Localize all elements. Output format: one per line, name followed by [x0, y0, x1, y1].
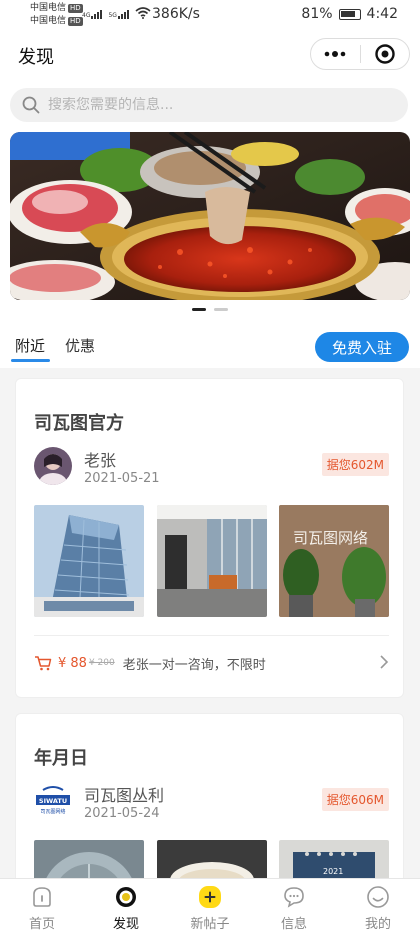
close-mini-program-button[interactable]	[361, 39, 410, 69]
wifi-icon	[135, 7, 151, 19]
post-photos: 2021	[34, 840, 389, 878]
calendar-year: 2021	[323, 867, 343, 876]
post-feed: 司瓦图官方 老张 2021-05-21 据您602M 司瓦图网络 ¥ 88 ¥ …	[0, 368, 420, 878]
search-input[interactable]	[48, 97, 348, 113]
deal-row[interactable]: ¥ 88 ¥ 200 老张一对一咨询，不限时	[34, 652, 389, 674]
message-icon	[284, 887, 304, 908]
more-button[interactable]	[311, 39, 360, 69]
logo-subtext: 司瓦图网络	[40, 808, 65, 815]
search-bar[interactable]	[10, 88, 408, 122]
card-divider	[34, 635, 389, 636]
discover-page: 中国电信HD 中国电信HD 4G 5G 386K/s 81% 4:42 发现	[0, 0, 420, 933]
signal-icons: 4G 5G	[82, 7, 151, 19]
home-icon	[33, 887, 51, 907]
page-title: 发现	[18, 47, 54, 68]
tab-discounts[interactable]: 优惠	[65, 335, 95, 356]
post-date: 2021-05-24	[84, 806, 160, 821]
post-photo-office-sign[interactable]: 司瓦图网络	[279, 505, 389, 617]
search-section	[0, 80, 420, 130]
nav-bar: 发现	[0, 30, 420, 80]
avatar[interactable]: SIWATU 司瓦图网络	[34, 782, 72, 820]
banner-section	[0, 130, 420, 324]
post-photo-lobby[interactable]	[156, 505, 267, 617]
post-date: 2021-05-21	[84, 471, 160, 486]
banner-dot[interactable]	[214, 308, 228, 311]
network-type: 4G	[82, 12, 91, 19]
banner-indicator	[0, 308, 420, 311]
carrier-label: 中国电信	[30, 16, 67, 26]
network-speed: 386K/s	[152, 6, 200, 22]
status-right: 81% 4:42	[301, 6, 398, 22]
category-tabs: 附近 优惠 免费入驻	[0, 324, 420, 368]
post-photo-calendar[interactable]: 2021	[279, 840, 389, 878]
tabbar-label: 我的	[364, 917, 391, 932]
battery-icon	[338, 8, 361, 20]
tabbar-label: 发现	[112, 917, 139, 932]
tabbar-label: 信息	[280, 917, 307, 932]
tabbar-label: 新帖子	[190, 917, 230, 932]
deal-original-price: ¥ 200	[88, 658, 115, 668]
battery-percent: 81%	[301, 6, 333, 22]
network-type: 5G	[108, 12, 117, 19]
post-title: 年月日	[34, 748, 88, 769]
search-icon	[22, 96, 40, 114]
more-dots-icon	[324, 51, 346, 57]
profile-icon	[367, 886, 389, 908]
tabbar-item-discover[interactable]: 发现	[84, 879, 168, 933]
free-join-button[interactable]: 免费入驻	[315, 332, 409, 362]
author-name[interactable]: 老张	[84, 447, 116, 471]
bottom-tab-bar: 首页 发现 新帖子 信息 我的	[0, 878, 420, 933]
tabbar-item-new-post[interactable]: 新帖子	[168, 879, 252, 933]
banner-dot-active[interactable]	[192, 308, 206, 311]
hd-badge: HD	[68, 4, 83, 13]
tabbar-item-home[interactable]: 首页	[0, 879, 84, 933]
post-author-row: SIWATU 司瓦图网络 司瓦图丛利 2021-05-24 据您606M	[34, 782, 389, 826]
hd-badge: HD	[68, 17, 83, 26]
author-name[interactable]: 司瓦图丛利	[84, 782, 164, 806]
plus-icon	[199, 886, 221, 908]
carrier-info: 中国电信 HD 中国电信 HD	[30, 2, 83, 28]
post-photo-vent[interactable]	[34, 840, 144, 878]
distance-badge: 据您602M	[321, 453, 389, 476]
logo-text: SIWATU	[39, 797, 67, 805]
clock: 4:42	[366, 6, 398, 22]
post-photo-building[interactable]	[34, 505, 144, 617]
carrier-label: 中国电信	[30, 3, 67, 13]
mini-program-capsule	[310, 38, 410, 70]
distance-badge: 据您606M	[321, 788, 389, 811]
discover-icon	[116, 887, 136, 907]
active-tab-indicator	[11, 359, 50, 362]
chevron-right-icon	[380, 655, 389, 669]
post-card[interactable]: 年月日 SIWATU 司瓦图网络 司瓦图丛利 2021-05-24 据您606M	[15, 713, 404, 878]
tabbar-item-messages[interactable]: 信息	[252, 879, 336, 933]
deal-price: ¥ 88	[58, 655, 87, 671]
signal-icon	[91, 10, 103, 19]
post-card[interactable]: 司瓦图官方 老张 2021-05-21 据您602M 司瓦图网络 ¥ 88 ¥ …	[15, 378, 404, 698]
tab-nearby[interactable]: 附近	[15, 335, 45, 356]
deal-description: 老张一对一咨询，不限时	[122, 657, 266, 673]
status-bar: 中国电信 HD 中国电信 HD 4G 5G 386K/s 81% 4:42	[0, 0, 420, 30]
hotpot-banner-image[interactable]	[10, 132, 410, 300]
tabbar-label: 首页	[28, 917, 55, 932]
avatar[interactable]	[34, 447, 72, 485]
post-photo-cup[interactable]	[156, 840, 267, 878]
target-close-icon	[375, 44, 395, 64]
cart-icon	[35, 656, 52, 671]
office-sign-text: 司瓦图网络	[293, 529, 368, 547]
signal-icon	[117, 10, 129, 19]
post-author-row: 老张 2021-05-21 据您602M	[34, 447, 389, 491]
tabbar-item-profile[interactable]: 我的	[336, 879, 420, 933]
post-title: 司瓦图官方	[34, 413, 124, 434]
post-photos: 司瓦图网络	[34, 505, 389, 617]
